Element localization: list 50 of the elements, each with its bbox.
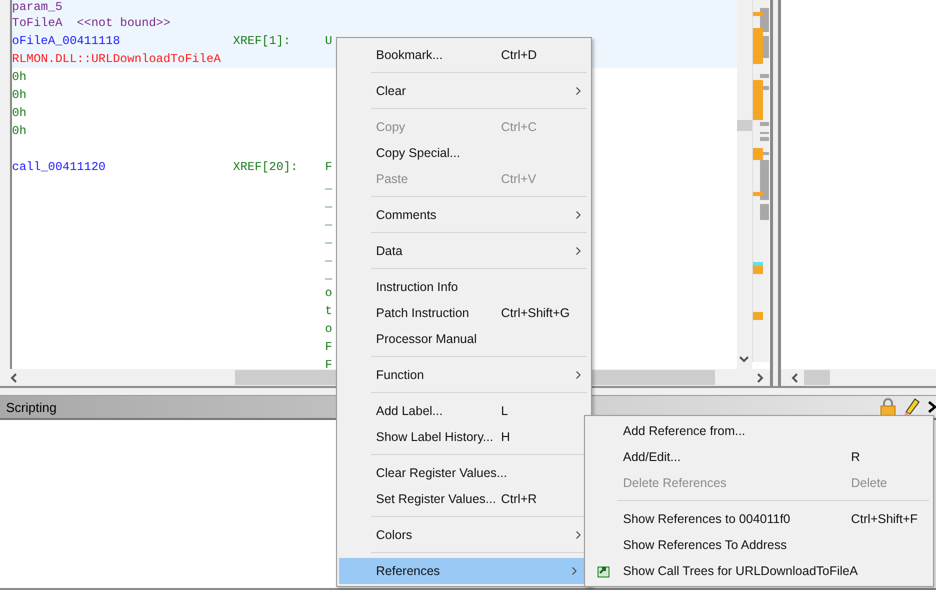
menu-item[interactable]: Clear	[339, 78, 591, 104]
eraser-icon[interactable]	[904, 398, 920, 416]
code-label: oFileA_00411118	[12, 34, 120, 48]
code-label: 0h	[12, 70, 26, 84]
menu-item[interactable]: Show Call Trees for URLDownloadToFileA	[585, 558, 933, 584]
operand-text: o	[325, 286, 332, 300]
call-tree-icon	[597, 564, 611, 578]
menu-item[interactable]: Processor Manual	[339, 326, 591, 352]
menu-item[interactable]: Instruction Info	[339, 274, 591, 300]
menu-item[interactable]: Patch Instruction Ctrl+Shift+G	[339, 300, 591, 326]
operand-text: _	[325, 196, 332, 210]
menu-item[interactable]: Function	[339, 362, 591, 388]
menu-item[interactable]: Show References To Address	[585, 532, 933, 558]
code-label: 0h	[12, 88, 26, 102]
scroll-down-icon[interactable]	[739, 356, 749, 363]
code-label: 0h	[12, 106, 26, 120]
scrollbar-thumb[interactable]	[804, 370, 830, 385]
menu-item[interactable]: References	[339, 558, 587, 584]
operand-text: _	[325, 214, 332, 228]
vertical-scrollbar[interactable]	[737, 0, 752, 369]
scroll-right-icon[interactable]	[757, 372, 764, 382]
lock-icon[interactable]	[880, 398, 896, 416]
scroll-left-icon[interactable]	[10, 372, 17, 382]
menu-item[interactable]: Bookmark... Ctrl+D	[339, 42, 591, 68]
xref-text: XREF[20]:	[233, 160, 298, 174]
code-label: param_5	[12, 0, 62, 14]
close-icon[interactable]	[928, 401, 936, 413]
operand-text: F	[325, 358, 332, 369]
operand-text: U	[325, 34, 332, 48]
code-label: RLMON.DLL::URLDownloadToFileA	[12, 52, 221, 66]
operand-text: F	[325, 160, 332, 174]
operand-text: t	[325, 304, 332, 318]
menu-item[interactable]: Show References to 004011f0 Ctrl+Shift+F	[585, 506, 933, 532]
operand-text: _	[325, 268, 332, 282]
xref-text: XREF[1]:	[233, 34, 291, 48]
operand-text: F	[325, 340, 332, 354]
code-label: call_00411120	[12, 160, 106, 174]
code-label: 0h	[12, 124, 26, 138]
scroll-left-icon[interactable]	[791, 372, 798, 382]
scrollbar-thumb[interactable]	[737, 120, 752, 131]
operand-text: _	[325, 178, 332, 192]
menu-item[interactable]: Data	[339, 238, 591, 264]
menu-item[interactable]: Copy Special...	[339, 140, 591, 166]
operand-text: _	[325, 250, 332, 264]
menu-item[interactable]: Comments	[339, 202, 591, 228]
code-label: ToFileA <<not bound>>	[12, 16, 170, 30]
panel-title: Scripting	[6, 400, 57, 414]
menu-item[interactable]: Add/Edit... R	[585, 444, 933, 470]
operand-text: o	[325, 322, 332, 336]
operand-text: _	[325, 232, 332, 246]
